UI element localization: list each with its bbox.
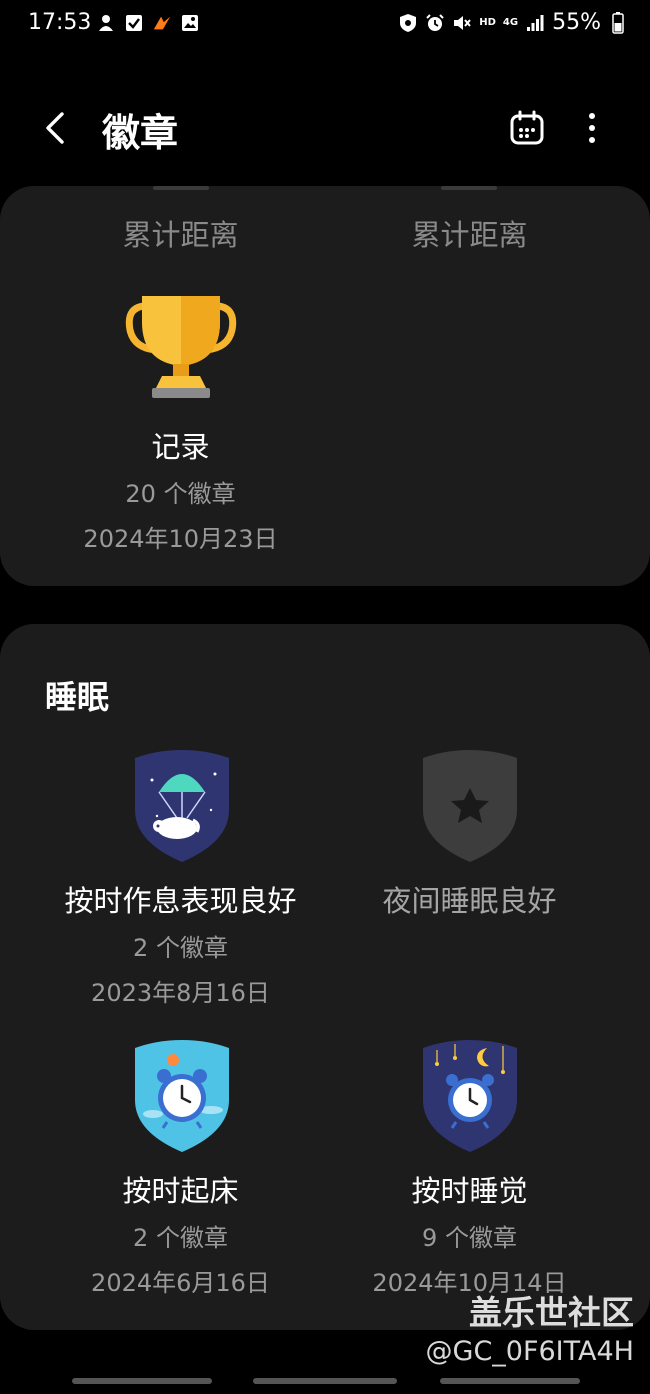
badge-sleep-on-time[interactable]: 按时睡觉 9 个徽章 2024年10月14日: [307, 1168, 632, 1298]
badge-date: 2024年6月16日: [91, 1269, 270, 1297]
badge-count: 20 个徽章: [125, 480, 236, 508]
watermark-title: 盖乐世社区: [469, 1293, 634, 1332]
alarm-clock-day-badge-icon[interactable]: [127, 1040, 237, 1152]
badge-count: 2 个徽章: [133, 1224, 228, 1252]
alarm-clock-night-badge-icon[interactable]: [415, 1040, 525, 1152]
badge-record[interactable]: 记录 20 个徽章 2024年10月23日: [18, 424, 343, 554]
vpn-icon: [398, 13, 418, 33]
navigation-bar: [0, 1374, 650, 1394]
status-time: 17:53: [28, 10, 92, 35]
page-title: 徽章: [102, 111, 179, 155]
badge-wake-on-time[interactable]: 按时起床 2 个徽章 2024年6月16日: [18, 1168, 343, 1298]
locked-star-badge-icon[interactable]: [415, 750, 525, 862]
tab-indicator-left: [153, 186, 209, 190]
notification-icons: [96, 13, 200, 33]
battery-percent: 55%: [552, 10, 601, 35]
badge-on-time-routine[interactable]: 按时作息表现良好 2 个徽章 2023年8月16日: [18, 878, 343, 1008]
health-app-notification-icon: [152, 13, 172, 33]
alarm-icon: [425, 13, 445, 33]
nav-segment-center[interactable]: [253, 1378, 397, 1384]
badge-date: 2024年10月23日: [83, 525, 278, 553]
gallery-notification-icon: [180, 13, 200, 33]
app-notification-icon: [96, 13, 116, 33]
back-button[interactable]: [36, 108, 76, 148]
battery-icon: [608, 11, 628, 34]
badge-name: 夜间睡眠良好: [382, 884, 557, 918]
badge-count: 9 个徽章: [422, 1224, 517, 1252]
badge-name: 按时起床: [122, 1174, 239, 1208]
more-vertical-icon: [589, 113, 595, 143]
hd-indicator: HD: [479, 16, 496, 28]
badge-good-night-sleep[interactable]: 夜间睡眠良好: [307, 878, 632, 920]
section-title-sleep: 睡眠: [45, 678, 110, 716]
badge-name: 按时睡觉: [411, 1174, 528, 1208]
distance-label-right[interactable]: 累计距离: [307, 212, 632, 254]
nav-segment-left[interactable]: [72, 1378, 212, 1384]
nav-segment-right[interactable]: [440, 1378, 580, 1384]
badge-count: 2 个徽章: [133, 934, 228, 962]
checkbox-notification-icon: [124, 13, 144, 33]
more-options-button[interactable]: [574, 110, 610, 146]
distance-label-left[interactable]: 累计距离: [18, 212, 343, 254]
trophy-icon[interactable]: [124, 292, 238, 406]
badge-name: 按时作息表现良好: [64, 884, 297, 918]
badge-name: 记录: [151, 430, 210, 464]
watermark-user: @GC_0F6ITA4H: [425, 1336, 634, 1367]
signal-icon: [525, 13, 545, 33]
calendar-icon: [510, 110, 544, 145]
chevron-left-icon: [46, 112, 64, 144]
network-4g-indicator: 4G: [502, 16, 519, 28]
tab-indicator-right: [441, 186, 497, 190]
calendar-button[interactable]: [509, 110, 545, 146]
badge-date: 2023年8月16日: [91, 979, 270, 1007]
status-bar: 17:53 HD 4G 55%: [0, 0, 650, 50]
mute-icon: [452, 13, 472, 33]
app-bar: 徽章: [0, 90, 650, 166]
parachute-sheep-badge-icon[interactable]: [127, 750, 237, 862]
status-right-cluster: HD 4G 55%: [398, 10, 628, 35]
